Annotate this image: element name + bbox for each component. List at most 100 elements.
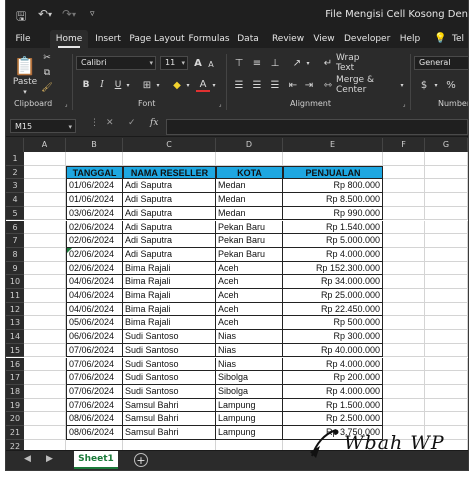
grid-cell[interactable]: [425, 412, 468, 426]
grid-cell[interactable]: [425, 371, 468, 385]
reseller-cell[interactable]: Sudi Santoso: [123, 371, 216, 385]
align-bottom-icon[interactable]: ⊥: [268, 56, 282, 70]
tab-help[interactable]: Help: [398, 30, 422, 48]
reseller-cell[interactable]: Adi Saputra: [123, 220, 216, 235]
italic-button[interactable]: I: [96, 78, 108, 92]
column-header[interactable]: A: [24, 138, 66, 152]
city-cell[interactable]: Lampung: [216, 426, 283, 440]
city-cell[interactable]: Medan: [216, 206, 283, 221]
borders-dropdown-icon[interactable]: ▾: [154, 78, 162, 92]
city-cell[interactable]: Aceh: [216, 289, 283, 303]
grid-cell[interactable]: [425, 289, 468, 303]
row-header[interactable]: 14: [6, 330, 24, 344]
merge-center-button[interactable]: Merge & Center: [336, 75, 398, 95]
scroll-left-icon[interactable]: ◀: [24, 454, 31, 464]
grid-cell[interactable]: [24, 206, 66, 221]
grid-cell[interactable]: [383, 343, 425, 358]
font-family-select[interactable]: Calibri ▾: [76, 56, 156, 70]
accounting-format-icon[interactable]: $: [416, 78, 432, 92]
reseller-cell[interactable]: Bima Rajali: [123, 302, 216, 317]
grid-cell[interactable]: [425, 398, 468, 413]
enter-icon[interactable]: ✓: [128, 118, 136, 128]
grid-cell[interactable]: [425, 247, 468, 262]
city-cell[interactable]: Nias: [216, 343, 283, 358]
font-size-select[interactable]: 11 ▾: [160, 56, 188, 70]
grid-cell[interactable]: [383, 152, 425, 166]
underline-dropdown-icon[interactable]: ▾: [124, 78, 132, 92]
row-header[interactable]: 17: [6, 371, 24, 385]
scroll-right-icon[interactable]: ▶: [46, 454, 53, 464]
accounting-dropdown-icon[interactable]: ▾: [432, 78, 440, 92]
clipboard-launcher-icon[interactable]: ⌟: [62, 100, 70, 108]
date-cell[interactable]: 04/06/2024: [66, 302, 123, 317]
grid-cell[interactable]: [24, 343, 66, 358]
row-header[interactable]: 1: [6, 152, 24, 166]
cancel-icon[interactable]: ✕: [106, 118, 114, 128]
grid-cell[interactable]: [383, 330, 425, 344]
grid-cell[interactable]: [425, 330, 468, 344]
formula-input[interactable]: [166, 119, 468, 135]
sales-cell[interactable]: Rp 500.000: [283, 316, 383, 331]
reseller-cell[interactable]: Bima Rajali: [123, 275, 216, 289]
grid-cell[interactable]: [24, 179, 66, 194]
table-header-cell[interactable]: KOTA: [216, 165, 283, 180]
grid-cell[interactable]: [123, 439, 216, 450]
grid-cell[interactable]: [24, 247, 66, 262]
grid-cell[interactable]: [383, 234, 425, 248]
sales-cell[interactable]: Rp 4.000.000: [283, 357, 383, 372]
sales-cell[interactable]: Rp 5.000.000: [283, 234, 383, 248]
city-cell[interactable]: Pekan Baru: [216, 220, 283, 235]
city-cell[interactable]: Nias: [216, 357, 283, 372]
tab-review[interactable]: Review: [270, 30, 306, 48]
column-header[interactable]: C: [123, 138, 216, 152]
reseller-cell[interactable]: Samsul Bahri: [123, 426, 216, 440]
reseller-cell[interactable]: Sudi Santoso: [123, 343, 216, 358]
row-header[interactable]: 20: [6, 412, 24, 426]
grid-cell[interactable]: [425, 343, 468, 358]
font-color-icon[interactable]: A: [196, 78, 210, 92]
row-header[interactable]: 15: [6, 343, 24, 358]
sales-cell[interactable]: Rp 1.500.000: [283, 398, 383, 413]
date-cell[interactable]: 04/06/2024: [66, 275, 123, 289]
tab-developer[interactable]: Developer: [344, 30, 390, 48]
paste-dropdown-icon[interactable]: ▾: [18, 88, 32, 96]
tab-formulas[interactable]: Formulas: [188, 30, 230, 48]
grid-cell[interactable]: [425, 261, 468, 276]
grid-cell[interactable]: [24, 234, 66, 248]
reseller-cell[interactable]: Bima Rajali: [123, 261, 216, 276]
tab-file[interactable]: File: [10, 30, 36, 48]
customize-quick-access-icon[interactable]: ▿: [90, 9, 95, 19]
grid-cell[interactable]: [425, 179, 468, 194]
date-cell[interactable]: 03/06/2024: [66, 206, 123, 221]
city-cell[interactable]: Aceh: [216, 261, 283, 276]
reseller-cell[interactable]: Sudi Santoso: [123, 384, 216, 399]
column-header[interactable]: G: [425, 138, 468, 152]
font-launcher-icon[interactable]: ⌟: [216, 100, 224, 108]
city-cell[interactable]: Aceh: [216, 275, 283, 289]
row-header[interactable]: 11: [6, 289, 24, 303]
city-cell[interactable]: Medan: [216, 193, 283, 207]
grid-cell[interactable]: [24, 426, 66, 440]
city-cell[interactable]: Nias: [216, 330, 283, 344]
city-cell[interactable]: Sibolga: [216, 384, 283, 399]
copy-icon[interactable]: ⧉: [40, 67, 54, 79]
tab-insert[interactable]: Insert: [90, 30, 126, 48]
merge-center-dropdown-icon[interactable]: ▾: [398, 78, 406, 92]
reseller-cell[interactable]: Adi Saputra: [123, 234, 216, 248]
row-header[interactable]: 5: [6, 206, 24, 221]
orientation-icon[interactable]: ↗: [290, 56, 304, 70]
row-header[interactable]: 21: [6, 426, 24, 440]
grid-cell[interactable]: [425, 152, 468, 166]
city-cell[interactable]: Pekan Baru: [216, 247, 283, 262]
grid-cell[interactable]: [383, 220, 425, 235]
increase-indent-icon[interactable]: ⇥: [302, 78, 316, 92]
grid-cell[interactable]: [24, 193, 66, 207]
grid-cell[interactable]: [24, 152, 66, 166]
reseller-cell[interactable]: Sudi Santoso: [123, 330, 216, 344]
reseller-cell[interactable]: Bima Rajali: [123, 289, 216, 303]
select-all-corner[interactable]: [6, 138, 24, 152]
grid-cell[interactable]: [24, 289, 66, 303]
grid-cell[interactable]: [24, 165, 66, 180]
grid-cell[interactable]: [24, 371, 66, 385]
row-header[interactable]: 7: [6, 234, 24, 248]
